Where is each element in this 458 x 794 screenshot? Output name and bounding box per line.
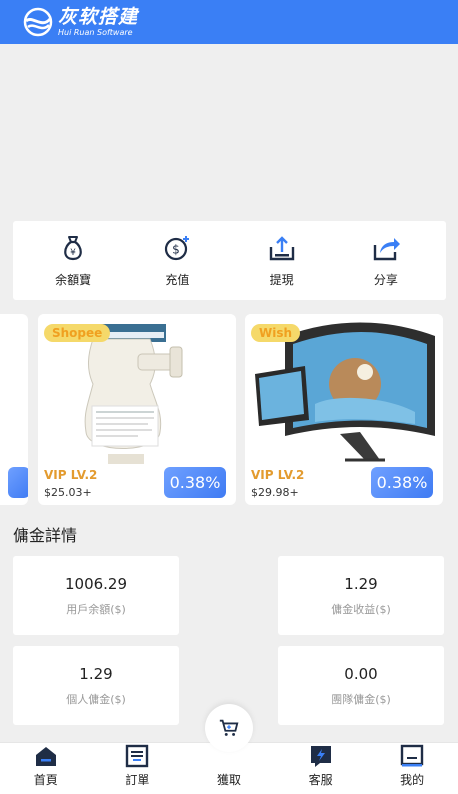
stat-label: 用戶余額($) — [66, 602, 126, 616]
coin-plus-icon: $ — [165, 236, 190, 261]
nav-get[interactable]: 獲取 — [194, 704, 264, 788]
profile-icon — [400, 744, 424, 767]
stat-personal-commission: 1.29 個人傭金($) — [13, 646, 179, 725]
store-tag: Shopee — [44, 324, 111, 342]
nav-center-button[interactable] — [204, 704, 253, 752]
rate-badge[interactable] — [8, 467, 28, 498]
product-price: $25.03+ — [44, 486, 92, 499]
brand-logo: 灰软搭建 Hui Ruan Software — [58, 5, 139, 37]
stat-value: 0.00 — [344, 664, 378, 683]
cart-icon — [219, 719, 239, 736]
vip-level: VIP LV.2 — [251, 468, 305, 482]
stat-user-balance: 1006.29 用戶余額($) — [13, 556, 179, 635]
product-image: Wish — [245, 314, 443, 464]
nav-label: 獲取 — [216, 773, 241, 787]
product-price: $29.98+ — [251, 486, 299, 499]
home-icon — [35, 747, 56, 766]
upload-tray-icon — [269, 236, 294, 261]
rate-badge[interactable]: 0.38% — [371, 467, 433, 498]
quick-actions: ¥ 余額寶 $ 充值 提現 分享 — [13, 221, 446, 300]
action-balance[interactable]: ¥ 余額寶 — [38, 233, 108, 288]
action-label: 提現 — [269, 273, 294, 287]
stat-team-commission: 0.00 團隊傭金($) — [278, 646, 444, 725]
money-bag-icon: ¥ — [64, 236, 82, 261]
vip-level: VIP LV.2 — [44, 468, 98, 482]
nav-label: 首頁 — [33, 773, 58, 787]
rate-badge[interactable]: 0.38% — [164, 467, 226, 498]
brand-name-en: Hui Ruan Software — [58, 27, 133, 37]
orders-icon — [126, 744, 149, 768]
nav-service[interactable]: 客服 — [286, 744, 356, 788]
stat-value: 1.29 — [79, 664, 113, 683]
nav-profile[interactable]: 我的 — [377, 744, 447, 788]
product-card[interactable]: Wish VIP LV.2 $29.98+ 0.38% — [245, 314, 443, 505]
stat-label: 個人傭金($) — [66, 692, 126, 706]
stat-value: 1.29 — [344, 574, 378, 593]
store-tag: Wish — [251, 324, 301, 342]
action-label: 充值 — [165, 273, 190, 287]
product-carousel[interactable]: Shopee VIP LV.2 $25.03+ 0.38% Wish VIP L… — [0, 314, 458, 506]
product-image: Shopee — [38, 314, 236, 464]
stat-label: 團隊傭金($) — [331, 692, 391, 706]
action-label: 分享 — [373, 273, 398, 287]
action-label: 余額寶 — [55, 273, 92, 287]
product-card[interactable]: Shopee VIP LV.2 $25.03+ 0.38% — [38, 314, 236, 505]
share-icon — [373, 238, 400, 261]
stat-value: 1006.29 — [64, 574, 128, 593]
section-title: 傭金詳情 — [13, 526, 78, 545]
action-share[interactable]: 分享 — [351, 233, 421, 288]
service-icon — [310, 746, 331, 767]
logo-icon — [23, 7, 53, 37]
nav-label: 客服 — [308, 773, 333, 787]
stat-label: 傭金收益($) — [331, 602, 391, 616]
nav-label: 訂單 — [125, 773, 150, 787]
nav-label: 我的 — [400, 773, 425, 787]
nav-home[interactable]: 首頁 — [11, 744, 81, 788]
stat-commission-income: 1.29 傭金收益($) — [278, 556, 444, 635]
app-header: 灰软搭建 Hui Ruan Software — [0, 0, 458, 44]
bottom-nav: 首頁 訂單 獲取 客服 我的 — [0, 704, 458, 794]
brand-name: 灰软搭建 — [58, 5, 139, 28]
action-recharge[interactable]: $ 充值 — [142, 233, 212, 288]
action-withdraw[interactable]: 提現 — [247, 233, 317, 288]
nav-orders[interactable]: 訂單 — [102, 744, 172, 788]
product-card[interactable] — [0, 314, 28, 505]
svg-text:¥: ¥ — [70, 248, 76, 258]
svg-text:$: $ — [173, 243, 181, 257]
